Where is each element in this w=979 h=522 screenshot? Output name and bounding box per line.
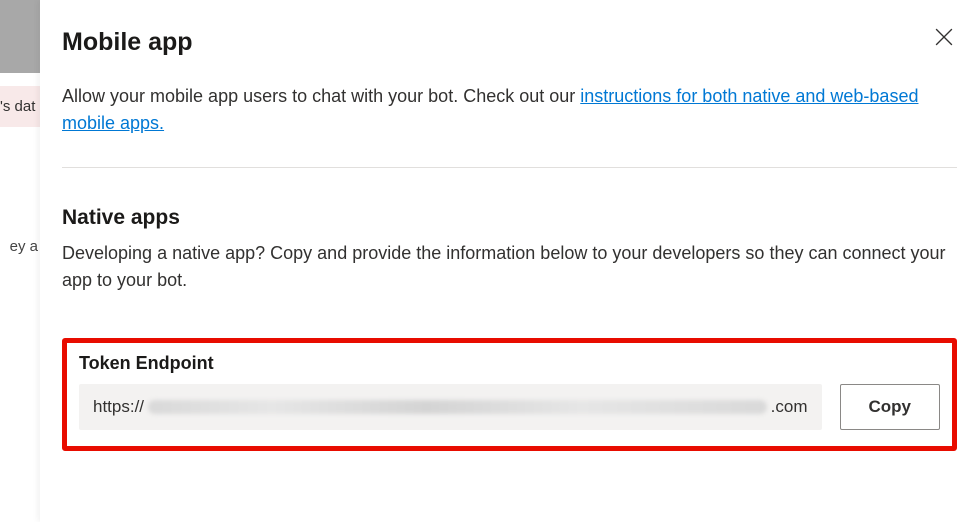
token-endpoint-label: Token Endpoint: [79, 353, 940, 374]
token-value-suffix: .com: [771, 397, 808, 417]
native-apps-title: Native apps: [62, 206, 957, 230]
close-icon: [935, 28, 953, 46]
token-value-redacted: [148, 400, 767, 414]
background-fragment-2: ey a: [0, 238, 38, 255]
mobile-app-panel: Mobile app Allow your mobile app users t…: [40, 0, 979, 522]
panel-header: Mobile app: [62, 28, 957, 57]
close-button[interactable]: [931, 24, 957, 50]
background-left-strip: [0, 0, 40, 73]
token-endpoint-row: https:// .com Copy: [79, 384, 940, 430]
copy-button[interactable]: Copy: [840, 384, 941, 430]
token-endpoint-highlight-box: Token Endpoint https:// .com Copy: [62, 338, 957, 451]
native-apps-description: Developing a native app? Copy and provid…: [62, 240, 957, 294]
panel-description: Allow your mobile app users to chat with…: [62, 83, 957, 137]
description-text: Allow your mobile app users to chat with…: [62, 86, 580, 106]
token-endpoint-field[interactable]: https:// .com: [79, 384, 822, 430]
panel-title: Mobile app: [62, 28, 193, 57]
background-fragment-1: 's dat: [0, 86, 40, 127]
section-divider: [62, 167, 957, 168]
token-value-prefix: https://: [93, 397, 144, 417]
